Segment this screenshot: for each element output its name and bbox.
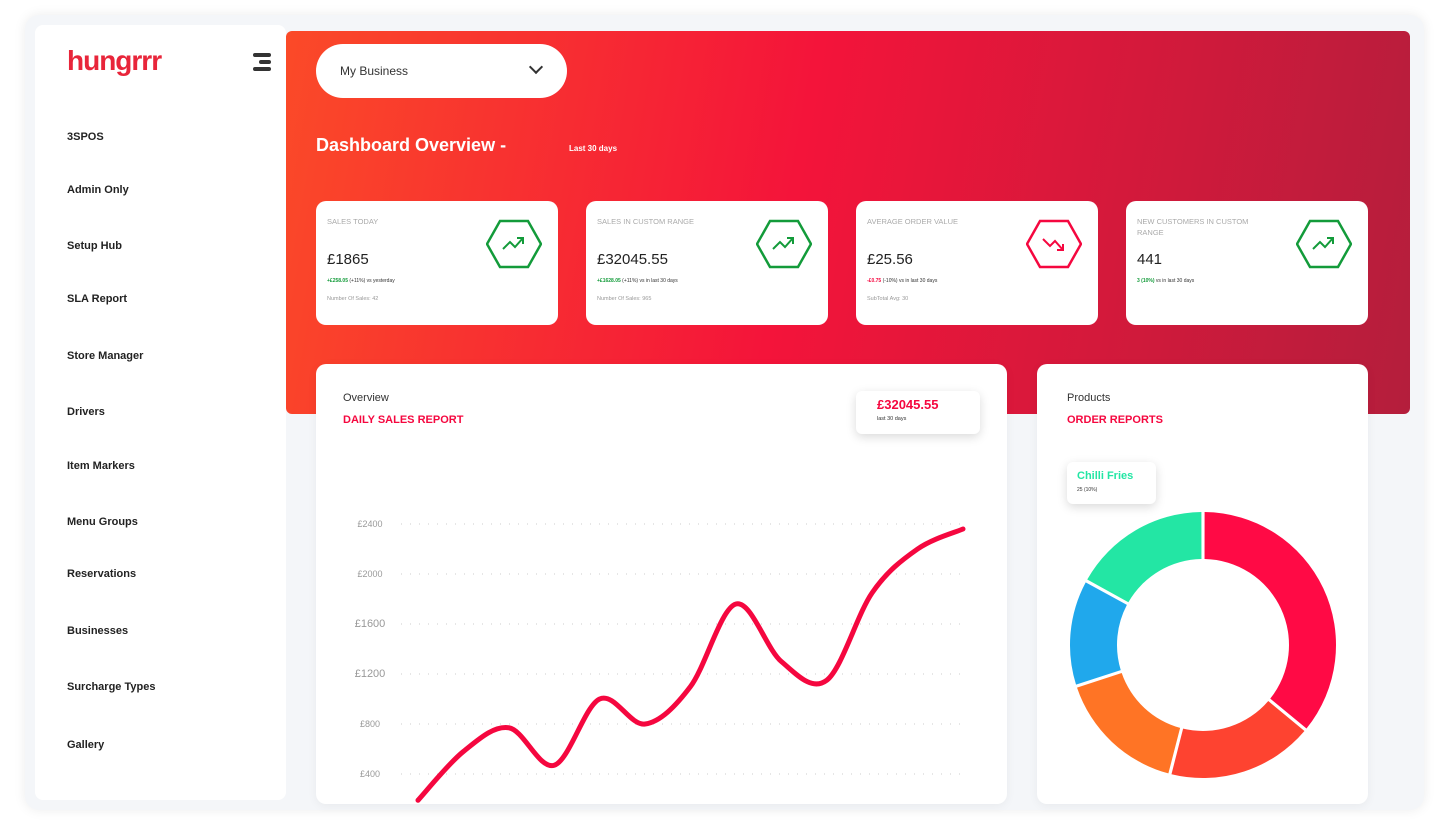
trend-up-icon [486, 219, 542, 269]
menu-toggle-icon[interactable] [253, 53, 271, 74]
stat-card: New Customers in Custom Range 441 3 (10%) … [1126, 201, 1368, 325]
sales-series-line [415, 526, 966, 803]
donut-slice[interactable] [1087, 512, 1202, 603]
sales-line-chart: £400 £800 £1200 £1600 £2000 £2400 [355, 519, 966, 803]
card-subtext: Number Of Sales: 42 [327, 296, 379, 302]
sidebar-item[interactable]: 3SPOS [67, 131, 104, 143]
card-change: 3 (10%) vs in last 30 days [1137, 278, 1195, 284]
card-change: +£258.05 (+11%) vs yesterday [327, 278, 395, 284]
card-value: £32045.55 [597, 251, 668, 268]
card-label: New Customers in Custom Range [1137, 217, 1249, 237]
business-select[interactable]: My Business [316, 44, 567, 98]
order-donut-chart [1070, 512, 1336, 778]
card-subtext: SubTotal Avg: 30 [867, 296, 909, 302]
card-value: £25.56 [867, 251, 913, 268]
donut-slice[interactable] [1077, 673, 1181, 774]
sidebar-item[interactable]: Gallery [67, 739, 104, 751]
y-tick-label: £800 [360, 719, 380, 729]
y-tick-label: £1600 [355, 618, 386, 630]
donut-tooltip: Chilli Fries 25 (10%) [1067, 462, 1156, 504]
order-reports-panel: Products ORDER REPORTS Chilli Fries 25 (… [1037, 364, 1368, 804]
card-label: Sales Today [327, 217, 379, 226]
y-tick-label: £2000 [357, 569, 382, 579]
card-value: £1865 [327, 251, 369, 268]
card-label: Average Order Value [867, 217, 958, 226]
trend-up-icon [756, 219, 812, 269]
card-change: +£1628.05 (+11%) vs in last 30 days [597, 278, 678, 284]
sidebar-item[interactable]: Menu Groups [67, 516, 138, 528]
sidebar-item[interactable]: Admin Only [67, 184, 129, 196]
y-tick-label: £2400 [357, 519, 382, 529]
page-title: Dashboard Overview - [316, 135, 507, 155]
trend-down-icon [1026, 219, 1082, 269]
donut-slice[interactable] [1070, 582, 1127, 685]
trend-up-icon [1296, 219, 1352, 269]
sidebar-item[interactable]: Businesses [67, 625, 128, 637]
stat-card: Sales Today £1865 +£258.05 (+11%) vs yeste… [316, 201, 558, 325]
sidebar: hungrrr 3SPOS Admin Only Setup Hub SLA Repo… [35, 25, 286, 800]
card-label: Sales in Custom Range [597, 217, 694, 226]
logo: hungrrr [67, 45, 162, 76]
stat-card: Average Order Value £25.56 -£0.75 (-10%) v… [856, 201, 1098, 325]
card-subtext: Number Of Sales: 965 [597, 296, 652, 302]
business-select-value: My Business [340, 64, 409, 78]
tooltip-name: Chilli Fries [1077, 470, 1134, 482]
sidebar-item[interactable]: Setup Hub [67, 240, 122, 252]
daily-sales-panel: Overview DAILY SALES REPORT £32045.55 la… [316, 364, 1007, 804]
donut-slice[interactable] [1171, 701, 1305, 778]
card-change: -£0.75 (-10%) vs in last 30 days [867, 278, 938, 284]
sidebar-item[interactable]: SLA Report [67, 293, 127, 305]
y-tick-label: £400 [360, 769, 380, 779]
sidebar-item[interactable]: Drivers [67, 406, 105, 418]
card-value: 441 [1137, 251, 1163, 268]
sidebar-item[interactable]: Reservations [67, 568, 136, 580]
tooltip-value: 25 (10%) [1077, 487, 1098, 493]
y-tick-label: £1200 [355, 668, 386, 680]
sidebar-item[interactable]: Store Manager [67, 350, 143, 362]
date-range: Last 30 days [569, 144, 618, 153]
sidebar-item[interactable]: Surcharge Types [67, 681, 155, 693]
stat-card: Sales in Custom Range £32045.55 +£1628.05 … [586, 201, 828, 325]
donut-slice[interactable] [1204, 512, 1336, 729]
sidebar-item[interactable]: Item Markers [67, 460, 135, 472]
chevron-down-icon [528, 59, 544, 75]
